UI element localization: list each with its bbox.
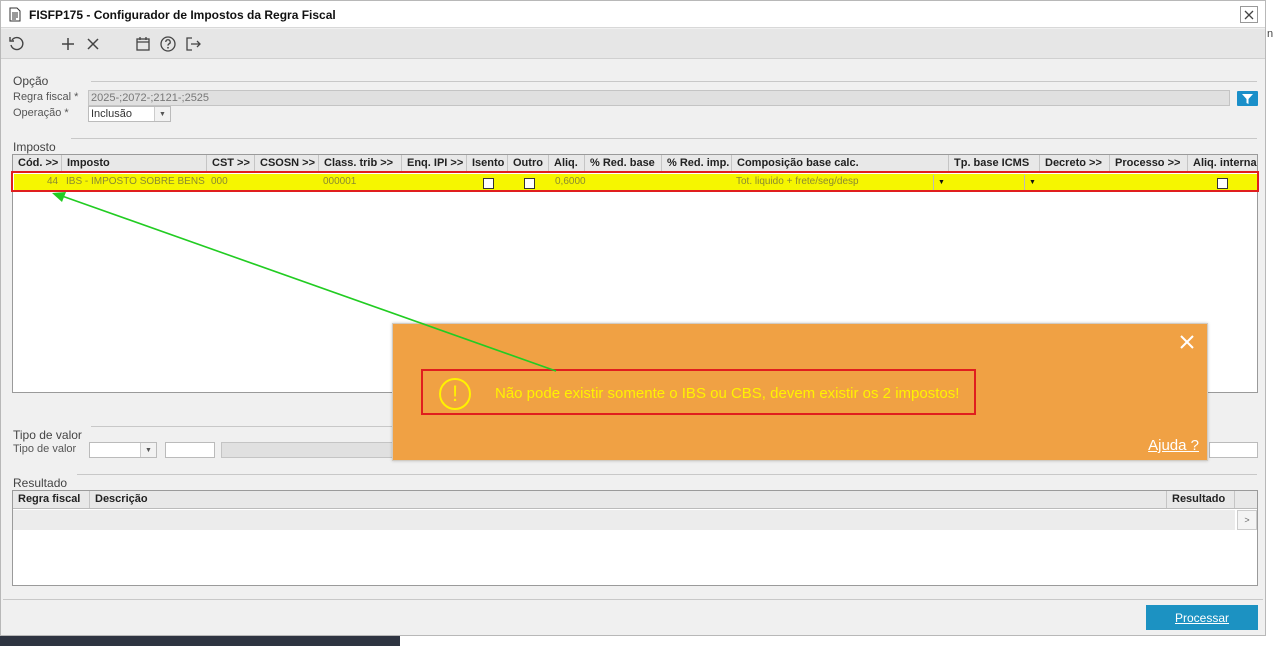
section-title-imposto: Imposto (13, 140, 56, 154)
section-title-resultado: Resultado (13, 476, 68, 490)
col-header-aliq-interna[interactable]: Aliq. interna (1188, 155, 1257, 172)
warning-icon: ! (439, 378, 471, 410)
calendar-icon[interactable] (134, 35, 152, 53)
close-icon (1244, 10, 1254, 19)
resultado-grid: Regra fiscal Descrição Resultado > (12, 490, 1258, 586)
col-header-csosn[interactable]: CSOSN >> (255, 155, 319, 172)
divider (71, 138, 1257, 139)
regra-fiscal-label: Regra fiscal * (13, 91, 79, 103)
add-icon[interactable] (59, 35, 77, 53)
col-header-isento[interactable]: Isento (467, 155, 508, 172)
chevron-down-icon: ▼ (140, 443, 156, 457)
help-icon[interactable] (159, 35, 177, 53)
annotation-highlight-message: ! Não pode existir somente o IBS ou CBS,… (421, 369, 976, 415)
tipo-valor-code-input[interactable] (165, 442, 215, 458)
col-header-class-trib[interactable]: Class. trib >> (319, 155, 402, 172)
filter-button[interactable] (1237, 91, 1258, 106)
grid-header: Regra fiscal Descrição Resultado (13, 491, 1257, 509)
window-title: FISFP175 - Configurador de Impostos da R… (29, 8, 336, 22)
col-header-red-imp[interactable]: % Red. imp. (662, 155, 732, 172)
exit-icon[interactable] (184, 35, 202, 53)
filter-icon (1242, 93, 1253, 104)
section-title-tipo-valor: Tipo de valor (13, 428, 82, 442)
close-icon[interactable] (1179, 334, 1195, 350)
footer-divider (3, 599, 1263, 600)
error-popup: ! Não pode existir somente o IBS ou CBS,… (392, 323, 1208, 461)
tipo-valor-label: Tipo de valor (13, 443, 77, 455)
col-header-red-base[interactable]: % Red. base (585, 155, 662, 172)
background-window-fragment: n (1267, 28, 1274, 40)
popup-message: Não pode existir somente o IBS ou CBS, d… (495, 385, 960, 402)
col-header-cod[interactable]: Cód. >> (13, 155, 62, 172)
main-window: FISFP175 - Configurador de Impostos da R… (0, 0, 1266, 636)
divider (77, 474, 1257, 475)
operacao-value: Inclusão (91, 108, 132, 120)
help-link[interactable]: Ajuda ? (1148, 437, 1199, 454)
scroll-right-button[interactable]: > (1237, 510, 1257, 530)
divider (91, 426, 393, 427)
col-header-enq-ipi[interactable]: Enq. IPI >> (402, 155, 467, 172)
window-close-button[interactable] (1240, 6, 1258, 23)
process-button[interactable]: Processar (1146, 605, 1258, 630)
col-header-tp-base-icms[interactable]: Tp. base ICMS (949, 155, 1040, 172)
chevron-down-icon: ▼ (154, 107, 170, 121)
operacao-select[interactable]: Inclusão ▼ (88, 106, 171, 122)
col-header-imposto[interactable]: Imposto (62, 155, 207, 172)
col-header-composicao[interactable]: Composição base calc. (732, 155, 949, 172)
delete-icon[interactable] (84, 35, 102, 53)
tipo-valor-select[interactable]: ▼ (89, 442, 157, 458)
document-icon (9, 7, 21, 22)
toolbar (1, 29, 1265, 59)
col-header-aliq[interactable]: Aliq. (549, 155, 585, 172)
refresh-icon[interactable] (8, 35, 26, 53)
col-header-processo[interactable]: Processo >> (1110, 155, 1188, 172)
col-header-regra-fiscal[interactable]: Regra fiscal (13, 491, 90, 508)
col-header-cst[interactable]: CST >> (207, 155, 255, 172)
taskbar-fragment (0, 636, 400, 646)
col-header-outro[interactable]: Outro (508, 155, 549, 172)
col-header-resultado[interactable]: Resultado (1167, 491, 1235, 508)
divider (91, 81, 1257, 82)
tipo-valor-extra-field[interactable] (1209, 442, 1258, 458)
tipo-valor-description-field (221, 442, 395, 458)
title-bar: FISFP175 - Configurador de Impostos da R… (1, 1, 1265, 28)
col-header-descricao[interactable]: Descrição (90, 491, 1167, 508)
regra-fiscal-field[interactable]: 2025-;2072-;2121-;2525 (88, 90, 1230, 106)
operacao-label: Operação * (13, 107, 69, 119)
annotation-highlight-row (11, 171, 1259, 192)
col-header-decreto[interactable]: Decreto >> (1040, 155, 1110, 172)
result-empty-row (13, 510, 1235, 530)
section-title-opcao: Opção (13, 74, 49, 88)
